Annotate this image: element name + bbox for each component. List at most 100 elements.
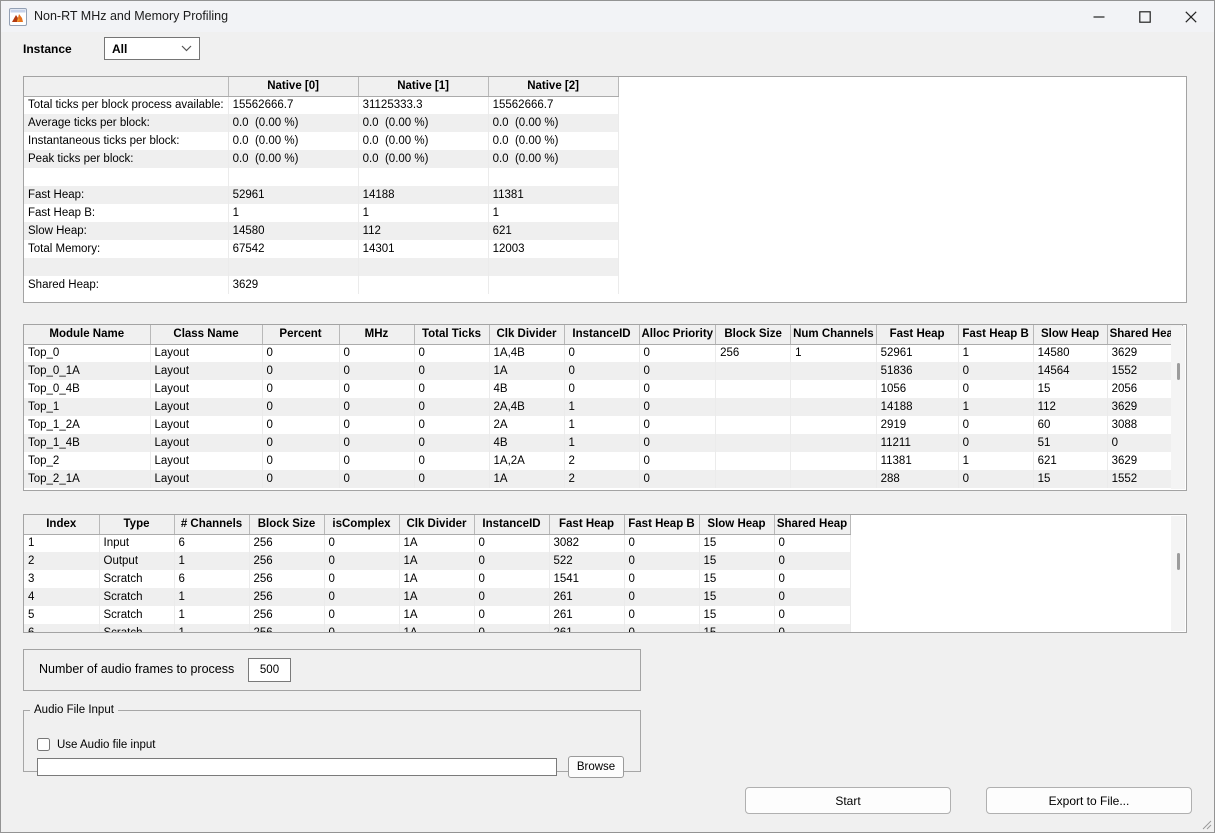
table-cell[interactable]: 0 [339, 398, 414, 416]
table-cell[interactable]: 256 [249, 624, 324, 633]
table-cell[interactable]: 14188 [358, 186, 488, 204]
table-cell[interactable]: 0 [262, 416, 339, 434]
table-cell[interactable]: 1A [399, 552, 474, 570]
table-cell[interactable]: 1 [228, 204, 358, 222]
table-cell[interactable]: 1 [24, 534, 99, 552]
table-cell[interactable]: 1 [958, 344, 1033, 362]
table-cell[interactable]: 0 [414, 434, 489, 452]
table-cell[interactable]: Fast Heap: [24, 186, 228, 204]
table-cell[interactable]: Total Memory: [24, 240, 228, 258]
table-cell[interactable]: 15 [699, 588, 774, 606]
table-cell[interactable] [716, 452, 791, 470]
table-cell[interactable]: 3 [24, 570, 99, 588]
table-cell[interactable]: Scratch [99, 606, 174, 624]
table-cell[interactable]: 14580 [228, 222, 358, 240]
table-cell[interactable]: 0 [474, 552, 549, 570]
table-cell[interactable]: 1 [174, 588, 249, 606]
table-cell[interactable]: 0 [774, 606, 850, 624]
table-cell[interactable]: 15 [699, 552, 774, 570]
table-cell[interactable]: 256 [716, 344, 791, 362]
table-cell[interactable]: 0 [639, 434, 716, 452]
table-cell[interactable] [24, 168, 228, 186]
table-cell[interactable]: 0.0 (0.00 %) [228, 150, 358, 168]
table-cell[interactable] [791, 452, 877, 470]
table-cell[interactable]: 1 [358, 204, 488, 222]
table-cell[interactable]: 2A,4B [489, 398, 564, 416]
table-cell[interactable]: 6 [174, 534, 249, 552]
table-cell[interactable]: Top_2_1A [24, 470, 150, 488]
table-cell[interactable]: Layout [150, 470, 262, 488]
table-cell[interactable]: 0 [414, 470, 489, 488]
browse-button[interactable]: Browse [568, 756, 624, 778]
module-table-scrollbar[interactable] [1171, 326, 1185, 489]
table-cell[interactable]: 256 [249, 552, 324, 570]
table-cell[interactable]: 14188 [876, 398, 958, 416]
table-cell[interactable]: 0 [958, 434, 1033, 452]
table-cell[interactable]: 3629 [228, 276, 358, 294]
table-cell[interactable]: 0 [958, 470, 1033, 488]
table-cell[interactable]: 0 [414, 398, 489, 416]
table-cell[interactable]: 11381 [488, 186, 618, 204]
table-cell[interactable]: 0 [324, 534, 399, 552]
table-cell[interactable]: 0 [474, 606, 549, 624]
table-cell[interactable]: 0 [414, 416, 489, 434]
table-cell[interactable]: 1 [958, 452, 1033, 470]
table-cell[interactable]: 4 [24, 588, 99, 606]
table-cell[interactable]: 15 [699, 606, 774, 624]
table-cell[interactable]: 15 [1033, 470, 1107, 488]
table-cell[interactable] [24, 258, 228, 276]
table-cell[interactable]: Layout [150, 380, 262, 398]
table-cell[interactable]: Average ticks per block: [24, 114, 228, 132]
table-cell[interactable]: Layout [150, 362, 262, 380]
table-cell[interactable]: 621 [1033, 452, 1107, 470]
table-cell[interactable]: 0.0 (0.00 %) [488, 114, 618, 132]
table-cell[interactable]: Top_1_4B [24, 434, 150, 452]
scrollbar-thumb[interactable] [1177, 553, 1180, 570]
table-cell[interactable]: 0 [564, 344, 639, 362]
table-cell[interactable]: 0 [474, 534, 549, 552]
table-cell[interactable] [716, 380, 791, 398]
table-cell[interactable]: Peak ticks per block: [24, 150, 228, 168]
table-cell[interactable]: 0 [324, 570, 399, 588]
table-cell[interactable]: 1A [399, 534, 474, 552]
table-cell[interactable]: 0 [324, 606, 399, 624]
table-cell[interactable]: 52961 [228, 186, 358, 204]
table-cell[interactable]: Top_0_4B [24, 380, 150, 398]
instance-dropdown[interactable]: All [104, 37, 200, 60]
table-cell[interactable]: 15 [1033, 380, 1107, 398]
table-cell[interactable]: 621 [488, 222, 618, 240]
resize-grip[interactable] [1200, 818, 1212, 830]
table-cell[interactable] [791, 434, 877, 452]
buffer-table-scrollbar[interactable] [1171, 516, 1185, 631]
table-cell[interactable]: 0 [474, 570, 549, 588]
table-cell[interactable]: 1 [174, 606, 249, 624]
table-cell[interactable]: 0 [624, 588, 699, 606]
table-cell[interactable]: 1A,4B [489, 344, 564, 362]
table-cell[interactable]: 0.0 (0.00 %) [228, 114, 358, 132]
table-cell[interactable]: 2 [564, 452, 639, 470]
table-cell[interactable]: 0 [339, 434, 414, 452]
table-cell[interactable]: 0 [262, 344, 339, 362]
table-cell[interactable]: Scratch [99, 570, 174, 588]
table-cell[interactable]: 0 [414, 344, 489, 362]
table-cell[interactable]: 15 [699, 534, 774, 552]
table-cell[interactable]: Scratch [99, 588, 174, 606]
table-cell[interactable]: 0 [262, 470, 339, 488]
table-cell[interactable]: 0 [262, 452, 339, 470]
table-cell[interactable]: 14580 [1033, 344, 1107, 362]
table-cell[interactable]: 0 [639, 470, 716, 488]
audio-path-input[interactable] [37, 758, 557, 776]
table-cell[interactable]: 4B [489, 380, 564, 398]
table-cell[interactable]: 0 [774, 624, 850, 633]
table-cell[interactable]: Fast Heap B: [24, 204, 228, 222]
table-cell[interactable]: 1A [399, 570, 474, 588]
frames-input[interactable] [248, 658, 291, 682]
table-cell[interactable]: 0 [339, 380, 414, 398]
table-cell[interactable]: Slow Heap: [24, 222, 228, 240]
maximize-button[interactable] [1122, 1, 1168, 32]
table-cell[interactable]: Top_0 [24, 344, 150, 362]
table-cell[interactable] [716, 398, 791, 416]
table-cell[interactable]: 5 [24, 606, 99, 624]
table-cell[interactable] [228, 258, 358, 276]
table-cell[interactable] [791, 416, 877, 434]
